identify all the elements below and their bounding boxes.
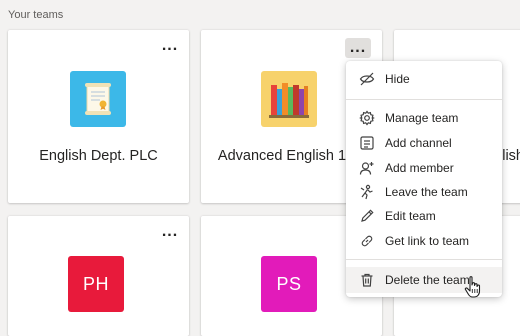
team-context-menu: Hide Manage team Add channel Add member … (346, 61, 502, 297)
menu-item-label: Add channel (385, 136, 452, 150)
trash-icon (359, 272, 375, 288)
menu-divider (346, 99, 502, 100)
menu-divider (346, 259, 502, 260)
team-initials: PS (276, 273, 302, 294)
team-card-english-dept-plc[interactable]: ... English Dept. PLC (8, 30, 189, 203)
hide-icon (359, 71, 375, 87)
menu-item-label: Edit team (385, 209, 436, 223)
menu-item-label: Manage team (385, 111, 459, 125)
pencil-icon (359, 208, 375, 224)
leave-icon (359, 184, 375, 200)
team-card-ph[interactable]: ... PH (8, 216, 189, 336)
menu-item-get-link[interactable]: Get link to team (346, 229, 502, 253)
menu-item-manage-team[interactable]: Manage team (346, 106, 502, 130)
gear-icon (359, 110, 375, 126)
team-initials: PH (82, 273, 109, 294)
team-logo: PH (68, 256, 124, 312)
team-name: lish (502, 148, 520, 164)
team-logo: PS (261, 256, 317, 312)
menu-item-label: Leave the team (385, 185, 468, 199)
menu-item-leave-team[interactable]: Leave the team (346, 180, 502, 204)
books-icon (267, 77, 311, 121)
hand-cursor-icon (464, 275, 484, 299)
more-options-button[interactable]: ... (345, 38, 371, 58)
menu-item-edit-team[interactable]: Edit team (346, 204, 502, 228)
menu-item-hide[interactable]: Hide (346, 67, 502, 91)
menu-item-label: Delete the team (385, 273, 470, 287)
add-person-icon (359, 160, 375, 176)
menu-item-label: Hide (385, 72, 410, 86)
menu-item-label: Add member (385, 161, 454, 175)
team-name: English Dept. PLC (39, 148, 158, 164)
link-icon (359, 233, 375, 249)
more-options-button[interactable]: ... (157, 222, 183, 242)
menu-item-add-channel[interactable]: Add channel (346, 131, 502, 155)
section-title: Your teams (8, 9, 64, 21)
channel-icon (359, 135, 375, 151)
menu-item-add-member[interactable]: Add member (346, 156, 502, 180)
menu-item-label: Get link to team (385, 234, 470, 248)
team-logo (70, 71, 126, 127)
more-options-button[interactable]: ... (157, 36, 183, 56)
team-logo (261, 71, 317, 127)
scroll-certificate-icon (78, 79, 118, 119)
